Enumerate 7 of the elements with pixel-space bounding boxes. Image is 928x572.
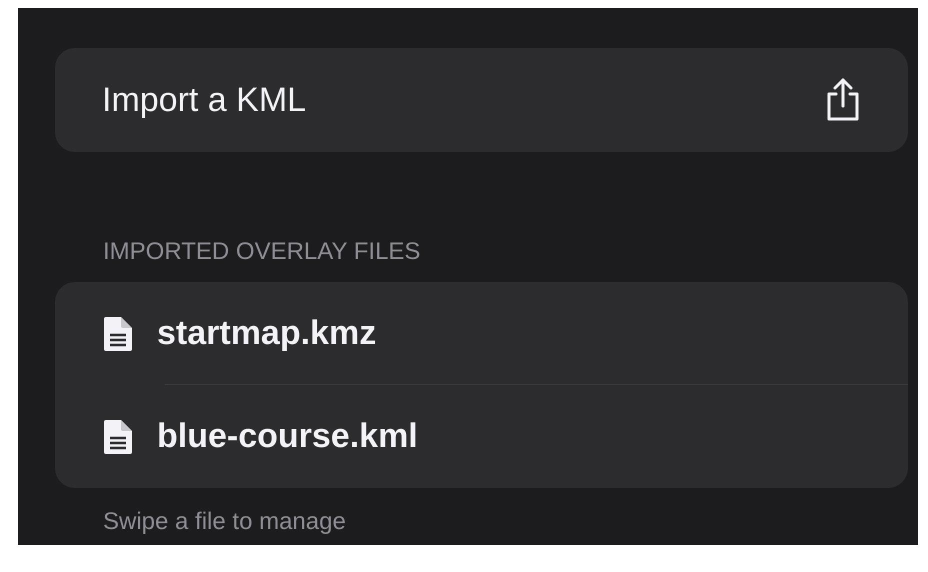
file-name[interactable]: startmap.kmz [157, 314, 376, 353]
import-kml-button[interactable]: Import a KML [55, 48, 908, 152]
file-name[interactable]: blue-course.kml [157, 417, 418, 456]
section-header: IMPORTED OVERLAY FILES [103, 238, 422, 266]
section-footer: Swipe a file to manage [103, 508, 908, 536]
document-icon [103, 418, 133, 454]
document-icon [103, 316, 133, 352]
